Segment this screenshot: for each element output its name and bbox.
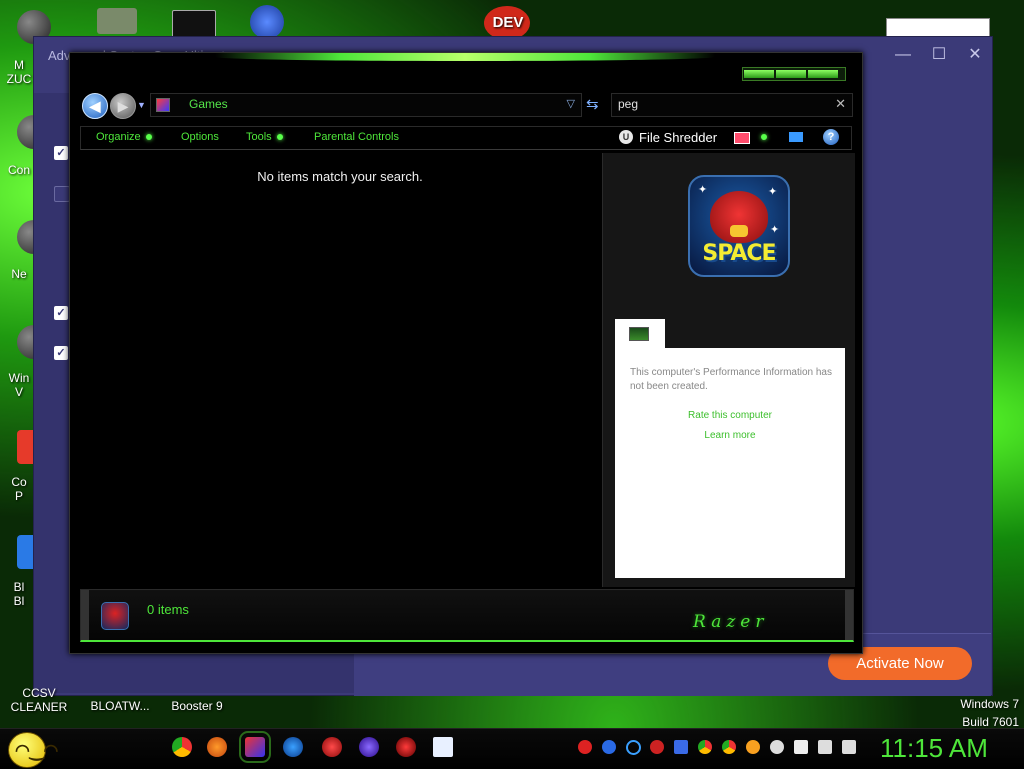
tray-ring-icon[interactable] [626,740,641,755]
address-dropdown-icon[interactable]: ▽ [567,97,575,110]
tray-chrome-icon[interactable] [698,740,712,754]
address-text: Games [189,97,228,111]
razer-task-icon[interactable] [396,737,416,757]
tray-flag-icon[interactable] [794,740,808,754]
desktop-update-icon[interactable] [250,5,284,39]
ccleaner-icon[interactable] [283,737,303,757]
tray-search-icon[interactable] [746,740,760,754]
file-shredder-icon[interactable]: U [619,130,633,144]
chrome-icon[interactable] [172,737,192,757]
smiley-icon: ◠‿◠ [15,741,59,760]
performance-info-panel: This computer's Performance Information … [615,348,845,578]
preview-pane: ✦ ✦ ✦ SPACE This computer's Performance … [602,153,855,587]
taskbar: ◠‿◠ 11:15 AM [0,728,1024,769]
volume-icon[interactable] [842,740,856,754]
tools-menu[interactable]: Tools [246,131,283,143]
game-title-text: SPACE [702,241,776,266]
file-shredder-button[interactable]: File Shredder [639,130,717,145]
angry-birds-space-icon: ✦ ✦ ✦ SPACE [688,175,790,277]
organize-menu[interactable]: Organize [96,131,152,143]
desktop-icon-label[interactable]: M ZUC [4,58,34,86]
performance-tab[interactable] [615,319,665,349]
tray-minus-icon[interactable] [770,740,784,754]
desktop-icon-label[interactable]: Win V [4,371,34,399]
forward-button[interactable]: ▶ [110,93,136,119]
help-button[interactable]: ? [823,129,839,145]
windows-version: Windows 7 [960,697,1019,711]
item-count: 0 items [147,602,189,617]
clear-search-icon[interactable]: ✕ [835,96,846,112]
firefox-icon[interactable] [207,737,227,757]
desktop-icon-label[interactable]: Bl Bl [4,580,34,608]
desktop-money-icon[interactable] [97,8,137,34]
tray-shield-icon[interactable] [674,740,688,754]
explorer-task-icon[interactable] [239,731,271,763]
status-edge [81,590,89,640]
toolbar-indicator-icon [756,131,767,143]
option-checkbox[interactable]: ✓ [54,346,68,360]
title-glow [215,53,715,61]
desktop-icon-label[interactable]: Booster 9 [162,699,232,713]
search-input[interactable]: peg ✕ [611,93,853,117]
status-edge [845,590,853,640]
options-menu[interactable]: Options [181,131,219,143]
start-button[interactable]: ◠‿◠ [8,732,58,768]
network-icon[interactable] [818,740,832,754]
taskbar-clock[interactable]: 11:15 AM [880,733,988,764]
razer-logo: Razer [693,612,769,632]
desktop-dev-badge: DEV [492,14,524,31]
desktop-icon-label[interactable]: Ne [4,267,34,281]
history-dropdown-icon[interactable]: ▼ [137,100,146,110]
address-bar[interactable]: Games ▽ [150,93,582,117]
red-gear-icon[interactable] [322,737,342,757]
desktop-icon-label[interactable]: BLOATW... [80,699,160,713]
minimize-button[interactable]: — [892,45,914,65]
desktop-icon-label[interactable]: CCSV CLEANER [4,686,74,714]
option-checkbox[interactable] [54,186,70,202]
window-controls-meter[interactable] [742,67,846,81]
tray-chrome2-icon[interactable] [722,740,736,754]
refresh-icon[interactable]: ⇆ [586,95,599,113]
angry-birds-small-icon [101,602,129,630]
monitor-icon [629,327,649,341]
file-list[interactable]: No items match your search. [80,153,600,585]
explorer-window: ◀ ▶ ▼ Games ▽ ⇆ peg ✕ Organize Options T… [69,52,863,654]
desktop-icon-label[interactable]: Con [4,163,34,177]
performance-info-text: This computer's Performance Information … [630,367,832,392]
tray-red-icon[interactable] [578,740,592,754]
learn-more-link[interactable]: Learn more [615,430,845,441]
option-checkbox[interactable]: ✓ [54,146,68,160]
flag-icon[interactable] [734,132,750,144]
maximize-button[interactable]: ☐ [928,45,950,65]
parental-controls-menu[interactable]: Parental Controls [314,131,399,143]
close-button[interactable]: ✕ [964,45,986,65]
back-button[interactable]: ◀ [82,93,108,119]
card-icon[interactable] [789,132,803,142]
windows-app-icon[interactable] [359,737,379,757]
command-toolbar: Organize Options Tools Parental Controls… [80,126,852,150]
tray-blue-icon[interactable] [602,740,616,754]
option-checkbox[interactable]: ✓ [54,306,68,320]
desktop-icon-label[interactable]: Co P [4,475,34,503]
tray-gear-icon[interactable] [650,740,664,754]
search-value: peg [618,97,639,111]
details-pane: 0 items Razer [80,589,854,642]
windows-build-watermark: Windows 7 Build 7601 [960,695,1019,731]
empty-results-message: No items match your search. [257,169,423,184]
games-folder-icon [156,98,170,112]
rate-computer-link[interactable]: Rate this computer [615,410,845,421]
desktop-cmd-icon[interactable] [172,10,216,38]
notepad-icon[interactable] [433,737,453,757]
